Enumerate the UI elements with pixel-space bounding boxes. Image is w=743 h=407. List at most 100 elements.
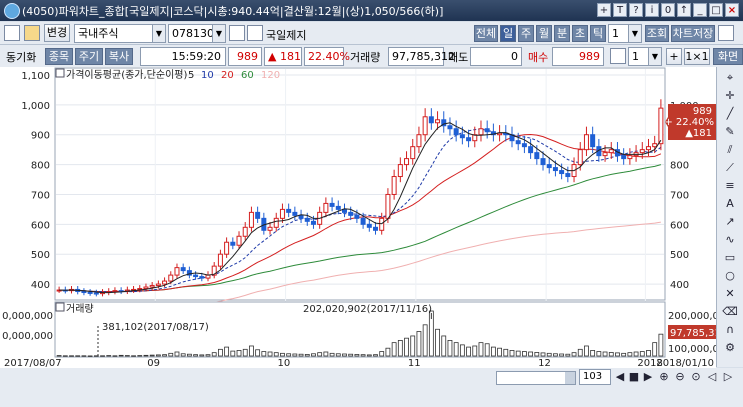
- bottom-navigation: 103 ◀ ■ ▶ ⊕ ⊖ ⊙ ◁ ▷: [0, 368, 743, 407]
- zoom-out-icon[interactable]: ⊖: [672, 370, 688, 384]
- tab-period[interactable]: 주기: [75, 48, 103, 65]
- chevron-down-icon[interactable]: ▼: [648, 48, 661, 65]
- volume-tag-value: 97,785,31: [670, 328, 716, 339]
- period-week-button[interactable]: 주: [518, 25, 534, 42]
- volume-legend-box-icon[interactable]: [55, 302, 65, 312]
- volume-bar: [633, 351, 639, 357]
- volume-y-tick: 0,000,000: [2, 331, 53, 342]
- gann-icon[interactable]: ✕: [722, 287, 738, 301]
- candle-body: [236, 235, 242, 246]
- candle-body: [422, 116, 428, 136]
- eraser-icon[interactable]: ⌫: [722, 305, 738, 319]
- chart-area[interactable]: 가격이동평균(종가,단순이평) 5 10 20 60 120 1,100 1,000 900…: [0, 67, 716, 368]
- settings-icon[interactable]: ⚙: [722, 341, 738, 355]
- buy-display: 989: [552, 47, 604, 66]
- line-tool-icon[interactable]: ╱: [722, 107, 738, 121]
- volume-bar: [497, 347, 502, 357]
- trend-icon[interactable]: ⟋: [722, 161, 738, 175]
- period-all-button[interactable]: 전체: [474, 25, 498, 42]
- period-tick-button[interactable]: 틱: [590, 25, 606, 42]
- window-control-button[interactable]: T: [613, 3, 627, 17]
- count-select[interactable]: 1 ▼: [628, 47, 662, 66]
- tab-stock[interactable]: 종목: [45, 48, 73, 65]
- text-tool-icon[interactable]: A: [722, 197, 738, 211]
- wave-icon[interactable]: ∿: [722, 233, 738, 247]
- candle-body: [652, 143, 658, 148]
- zoom-reset-icon[interactable]: ⊙: [688, 370, 704, 384]
- candle-body: [162, 280, 168, 285]
- x-end-date: 2018/01/10: [656, 358, 714, 368]
- volume-bar: [590, 350, 596, 357]
- candle-body: [224, 241, 230, 255]
- candle-body: [435, 119, 441, 124]
- window-control-button[interactable]: ×: [725, 3, 739, 17]
- pencil-icon[interactable]: ✎: [722, 125, 738, 139]
- rectangle-icon[interactable]: ▭: [722, 251, 738, 265]
- volume-legend-title: 거래량: [66, 303, 94, 315]
- chevron-down-icon[interactable]: ▼: [212, 25, 225, 42]
- chevron-down-icon[interactable]: ▼: [628, 25, 641, 42]
- fibonacci-icon[interactable]: ≡: [722, 179, 738, 193]
- window-control-button[interactable]: ↑: [677, 3, 691, 17]
- stock-info-icon[interactable]: [247, 25, 263, 41]
- search-icon[interactable]: [229, 25, 245, 41]
- period-second-button[interactable]: 초: [572, 25, 588, 42]
- candle-body: [590, 134, 596, 148]
- x-month-label: 10: [278, 358, 291, 368]
- period-day-button[interactable]: 일: [500, 25, 516, 42]
- volume-bar: [292, 353, 298, 357]
- crosshair-icon[interactable]: ✛: [722, 89, 738, 103]
- layout-icon[interactable]: [4, 25, 20, 41]
- add-button[interactable]: +: [666, 48, 682, 65]
- tab-copy[interactable]: 복사: [105, 48, 133, 65]
- arrow-tool-icon[interactable]: ↗: [722, 215, 738, 229]
- stock-code-input[interactable]: 078130 ▼: [168, 24, 226, 43]
- scroll-track[interactable]: [496, 371, 576, 385]
- window-control-button[interactable]: +: [597, 3, 611, 17]
- volume-bar: [360, 354, 366, 357]
- checkbox-icon[interactable]: [610, 48, 626, 64]
- ratio-button[interactable]: 1×1: [684, 48, 710, 65]
- toolbar-quote: 동기화 종목 주기 복사 15:59:20 989 ▲ 181 22.40% 거…: [0, 45, 743, 68]
- change-button[interactable]: 변경: [44, 24, 70, 42]
- candle-body: [143, 286, 149, 290]
- volume-bar: [242, 348, 248, 357]
- circle-icon[interactable]: ○: [722, 269, 738, 283]
- window-control-button[interactable]: □: [709, 3, 723, 17]
- chevron-down-icon[interactable]: ▼: [152, 25, 165, 42]
- interval-select[interactable]: 1 ▼: [608, 24, 642, 43]
- window-control-button[interactable]: 0: [661, 3, 675, 17]
- zoom-in-icon[interactable]: ⊕: [656, 370, 672, 384]
- query-button[interactable]: 조회: [645, 25, 669, 42]
- magnet-icon[interactable]: ∩: [722, 323, 738, 337]
- channel-icon[interactable]: ⫽: [722, 143, 738, 157]
- period-month-button[interactable]: 월: [536, 25, 552, 42]
- candle-body: [577, 149, 583, 166]
- window-control-button[interactable]: i: [645, 3, 659, 17]
- scroll-thumb[interactable]: [565, 372, 575, 384]
- volume-bar: [261, 351, 267, 357]
- market-select[interactable]: 국내주식 ▼: [74, 24, 166, 43]
- candle-body: [329, 202, 335, 207]
- play-icon[interactable]: ▶: [640, 370, 656, 384]
- window-control-button[interactable]: _: [693, 3, 707, 17]
- candle-body: [273, 217, 279, 228]
- zoom-input[interactable]: 103: [579, 369, 611, 385]
- legend-box-icon[interactable]: [55, 68, 65, 78]
- volume-bar: [453, 342, 459, 357]
- candle-body: [304, 217, 310, 222]
- screen-button[interactable]: 화면: [713, 48, 743, 65]
- price-display: 989: [228, 47, 262, 66]
- scroll-left-icon[interactable]: ◁: [704, 370, 720, 384]
- save-chart-button[interactable]: 차트저장: [671, 25, 715, 42]
- market-value: 국내주식: [78, 27, 119, 40]
- period-minute-button[interactable]: 분: [554, 25, 570, 42]
- window-control-button[interactable]: ?: [629, 3, 643, 17]
- lock-icon[interactable]: [718, 25, 734, 41]
- scroll-right-icon[interactable]: ▷: [720, 370, 736, 384]
- ma-legend-item: 5: [188, 70, 194, 81]
- cursor-icon[interactable]: ⌖: [722, 71, 738, 85]
- folder-icon[interactable]: [24, 25, 40, 41]
- volume-bar: [205, 354, 211, 357]
- volume-bar: [509, 350, 515, 357]
